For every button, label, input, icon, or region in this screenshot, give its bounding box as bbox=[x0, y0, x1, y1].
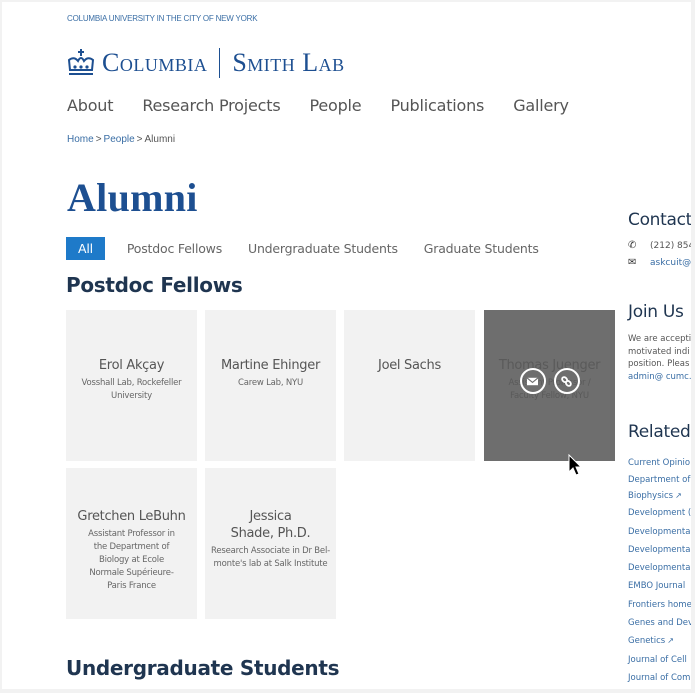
logo-columbia: Columbia bbox=[102, 48, 208, 77]
person-role: Carew Lab, NYU bbox=[237, 378, 304, 388]
related-link[interactable]: Genetics ↗ bbox=[628, 632, 691, 650]
person-role: Vosshall Lab, Rockefeller University bbox=[81, 378, 182, 401]
related-link[interactable]: Developmenta bbox=[628, 559, 691, 577]
nav-people[interactable]: People bbox=[309, 96, 361, 115]
person-name: Jessica Shade, Ph.D. bbox=[230, 509, 311, 541]
related-link[interactable]: Journal of Com bbox=[628, 669, 691, 687]
related-link[interactable]: Department of bbox=[628, 472, 691, 488]
join-us-text: We are accepti motivated indi position. … bbox=[628, 333, 691, 383]
email-button[interactable] bbox=[519, 368, 546, 394]
crown-icon bbox=[67, 49, 95, 75]
related-links: Current Opinio Department of Biophysics ↗… bbox=[628, 454, 691, 687]
contact-phone: ✆ (212) 854 bbox=[628, 240, 691, 251]
related-link[interactable]: Biophysics ↗ bbox=[628, 488, 691, 504]
person-name: Martine Ehinger bbox=[220, 358, 320, 373]
nav-gallery[interactable]: Gallery bbox=[513, 96, 569, 115]
chain-link-icon bbox=[561, 375, 572, 387]
related-link[interactable]: Current Opinio bbox=[628, 454, 691, 472]
nav-research-projects[interactable]: Research Projects bbox=[142, 96, 280, 115]
related-link[interactable]: Frontiers home bbox=[628, 596, 691, 614]
related-link[interactable]: EMBO Journal bbox=[628, 577, 691, 595]
nav-publications[interactable]: Publications bbox=[390, 96, 484, 115]
card-overlay-actions bbox=[484, 368, 615, 394]
logo-divider bbox=[219, 48, 221, 78]
page-title: Alumni bbox=[67, 175, 198, 220]
main-nav: About Research Projects People Publicati… bbox=[67, 96, 598, 115]
related-link[interactable]: Development ( bbox=[628, 504, 691, 522]
breadcrumb-separator: > bbox=[136, 134, 143, 145]
logo-lab-name: Smith Lab bbox=[232, 48, 345, 77]
external-link-icon: ↗ bbox=[667, 636, 674, 646]
related-link[interactable]: Developmenta bbox=[628, 523, 691, 541]
contact-phone-number: (212) 854 bbox=[650, 240, 691, 251]
contact-title: Contact bbox=[628, 210, 691, 230]
person-card[interactable]: Joel Sachs bbox=[344, 310, 475, 461]
join-us-line: We are accepti bbox=[628, 334, 691, 344]
university-link[interactable]: COLUMBIA UNIVERSITY IN THE CITY OF NEW Y… bbox=[67, 14, 258, 23]
filter-postdoc-fellows[interactable]: Postdoc Fellows bbox=[117, 237, 232, 260]
join-us-line: motivated indi bbox=[628, 346, 690, 357]
nav-about[interactable]: About bbox=[67, 96, 114, 115]
related-link[interactable]: Genes and Dev bbox=[628, 614, 691, 632]
person-card-hovered[interactable]: Thomas Juenger Assistant Professor / Fac… bbox=[484, 310, 615, 461]
mouse-cursor-icon bbox=[568, 454, 583, 476]
related-title: Related bbox=[628, 422, 691, 442]
breadcrumb-home[interactable]: Home bbox=[67, 134, 94, 145]
contact-email-link[interactable]: askcuit@ bbox=[650, 258, 691, 268]
envelope-icon bbox=[526, 376, 539, 385]
website-link-button[interactable] bbox=[553, 368, 580, 394]
breadcrumb-people[interactable]: People bbox=[104, 134, 135, 145]
filter-undergraduate-students[interactable]: Undergraduate Students bbox=[238, 237, 408, 260]
envelope-icon: ✉ bbox=[628, 257, 637, 268]
site-logo[interactable]: Columbia Smith Lab bbox=[66, 46, 345, 80]
breadcrumb: Home > People > Alumni bbox=[67, 134, 175, 145]
person-card[interactable]: Martine Ehinger Carew Lab, NYU bbox=[205, 310, 336, 461]
person-role: Assistant Professor in the Department of… bbox=[88, 529, 175, 591]
join-us-line: position. Pleas bbox=[628, 359, 690, 369]
person-role: Research Associate in Dr Bel-monte's lab… bbox=[211, 546, 330, 569]
person-name: Erol Akçay bbox=[98, 358, 165, 373]
person-card[interactable]: Jessica Shade, Ph.D. Research Associate … bbox=[205, 468, 336, 619]
page: COLUMBIA UNIVERSITY IN THE CITY OF NEW Y… bbox=[2, 2, 691, 689]
section-title-postdoc: Postdoc Fellows bbox=[66, 273, 243, 297]
breadcrumb-separator: > bbox=[95, 134, 102, 145]
contact-email: ✉ askcuit@ bbox=[628, 257, 691, 268]
person-card[interactable]: Gretchen LeBuhn Assistant Professor in t… bbox=[66, 468, 197, 619]
join-us-title: Join Us bbox=[628, 302, 684, 322]
person-name: Gretchen LeBuhn bbox=[77, 509, 186, 524]
join-us-email-link[interactable]: admin@ cumc. bbox=[628, 372, 691, 382]
breadcrumb-current: Alumni bbox=[144, 134, 176, 145]
phone-icon: ✆ bbox=[628, 240, 637, 251]
sidebar: Contact ✆ (212) 854 ✉ askcuit@ Join Us W… bbox=[628, 2, 691, 689]
related-link[interactable]: Developmenta bbox=[628, 541, 691, 559]
person-card[interactable]: Erol Akçay Vosshall Lab, Rockefeller Uni… bbox=[66, 310, 197, 461]
filter-tabs: All Postdoc Fellows Undergraduate Studen… bbox=[66, 237, 555, 260]
external-link-icon: ↗ bbox=[675, 491, 682, 501]
related-link[interactable]: Journal of Cell bbox=[628, 651, 691, 669]
person-name: Joel Sachs bbox=[378, 358, 441, 373]
filter-all[interactable]: All bbox=[66, 237, 105, 260]
section-title-undergraduate: Undergraduate Students bbox=[66, 656, 340, 680]
filter-graduate-students[interactable]: Graduate Students bbox=[414, 237, 549, 260]
